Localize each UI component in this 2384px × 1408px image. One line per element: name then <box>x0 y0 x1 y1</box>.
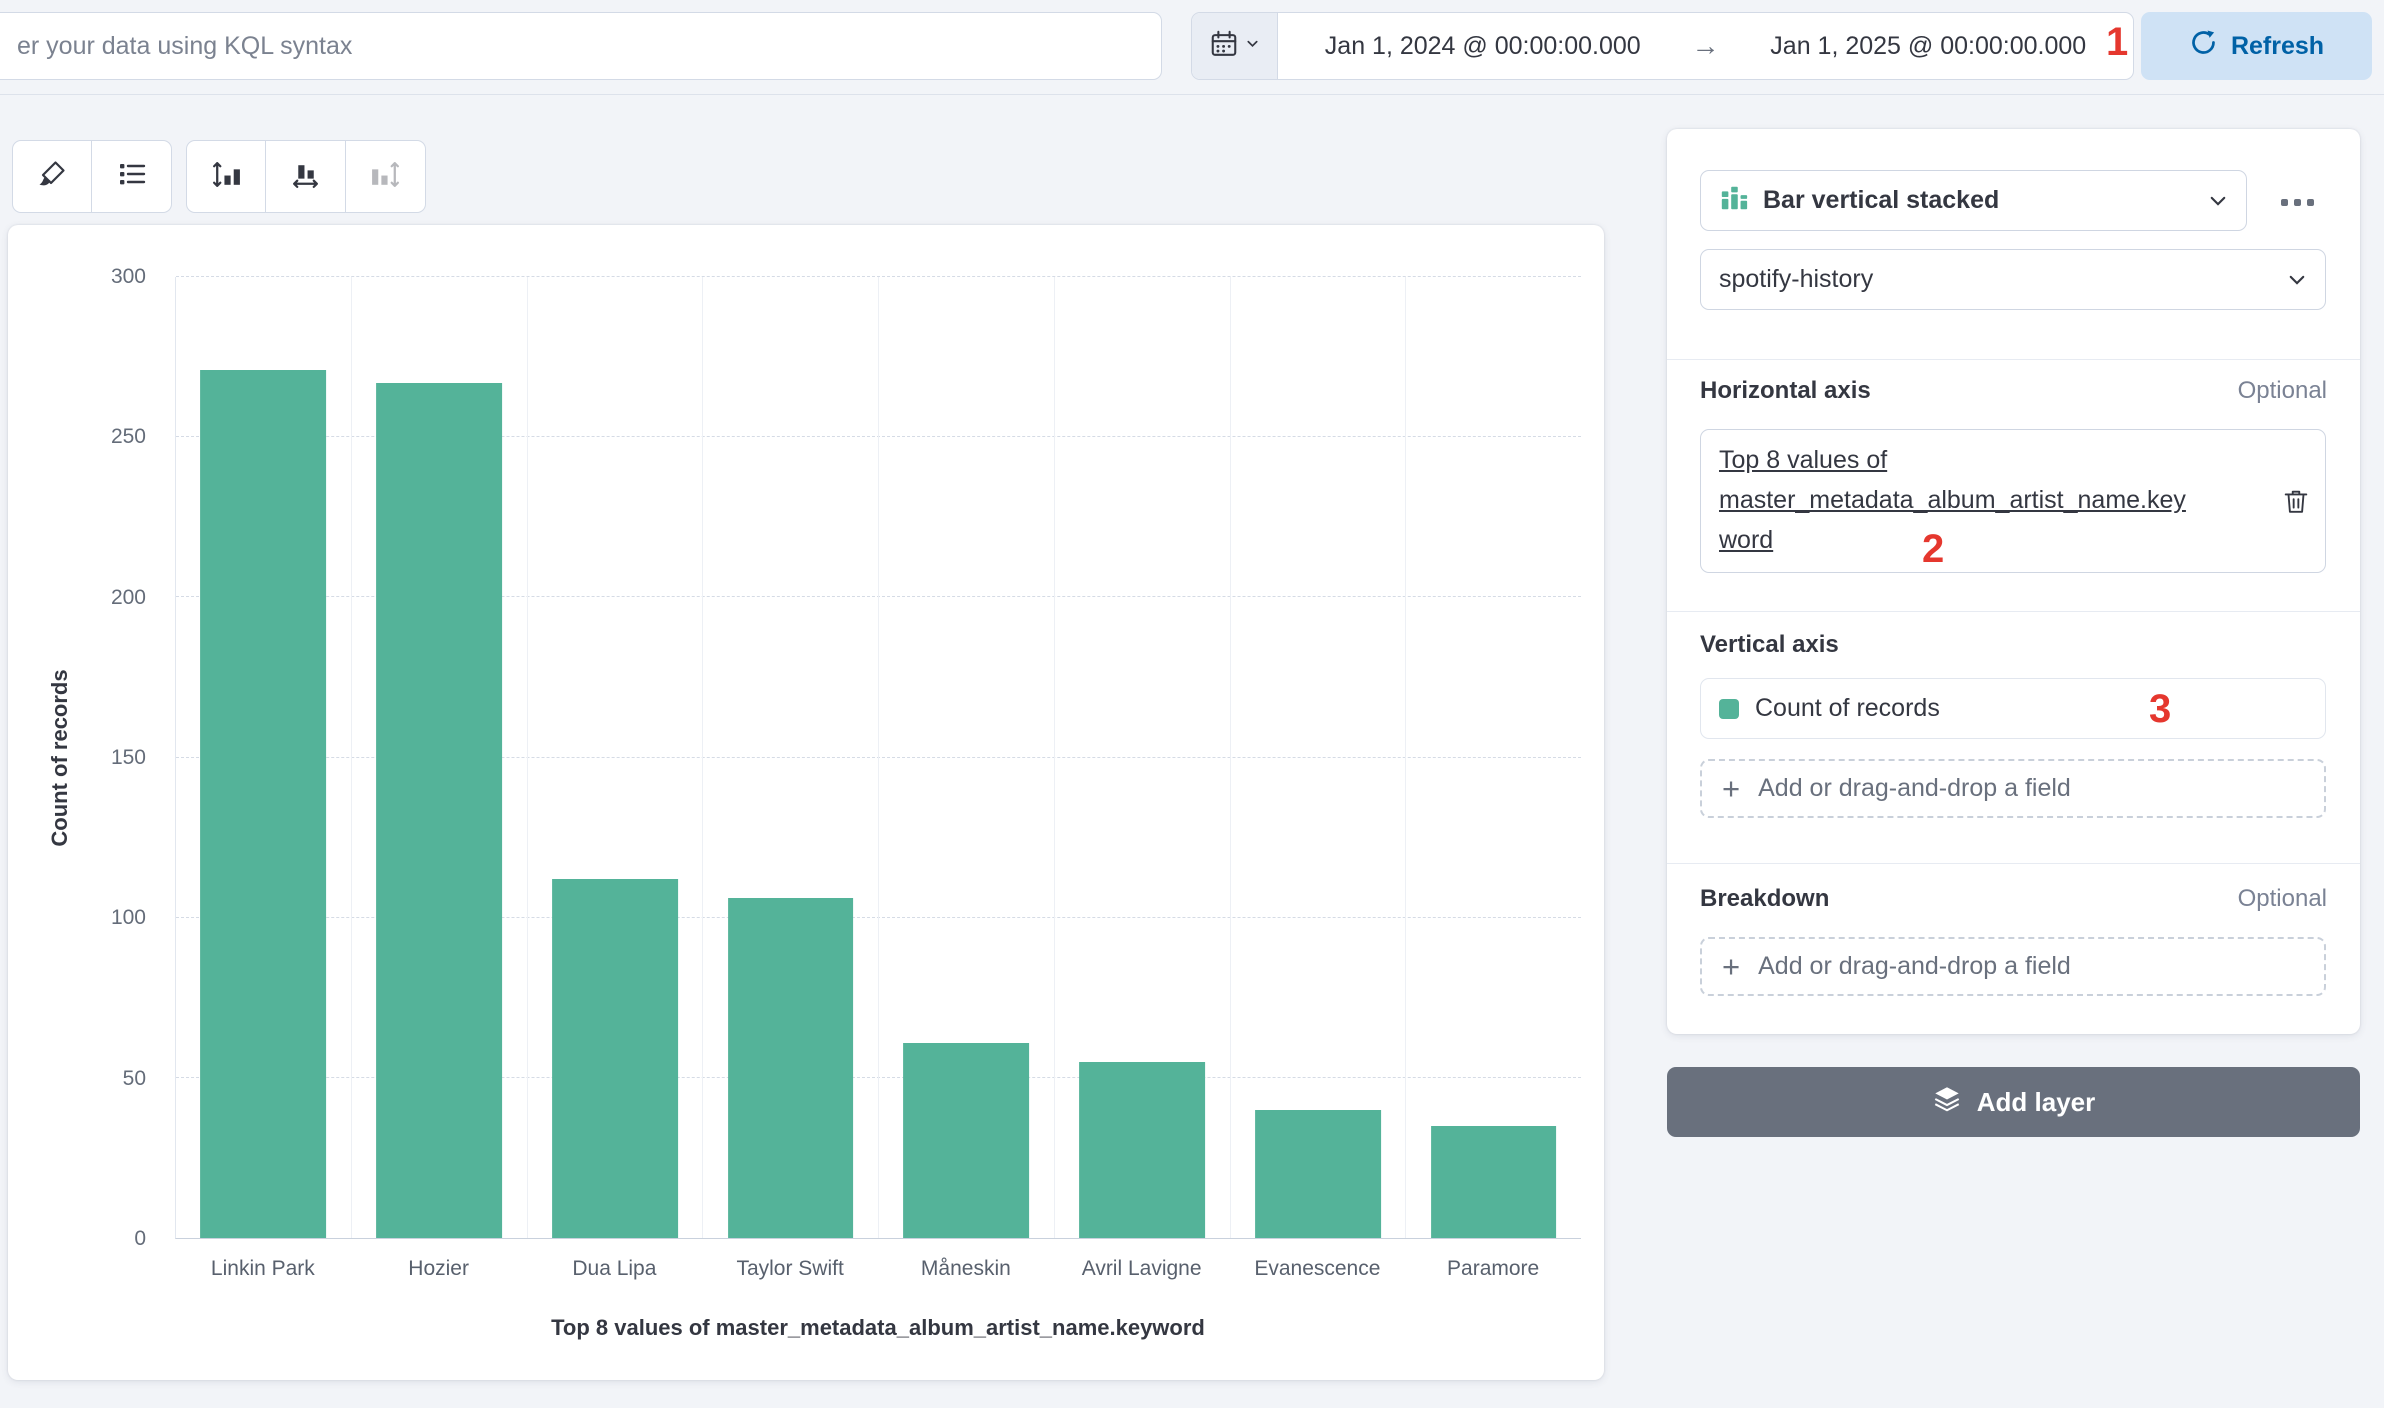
bar-series[interactable] <box>903 1043 1029 1238</box>
add-layer-button[interactable]: Add layer <box>1667 1067 2360 1137</box>
plus-icon: + <box>1722 951 1740 982</box>
bands <box>176 277 1581 1238</box>
layers-icon <box>1932 1084 1962 1121</box>
category-band <box>351 277 527 1238</box>
annotation-number: 1 <box>2106 20 2128 65</box>
add-layer-label: Add layer <box>1977 1087 2096 1118</box>
horizontal-axis-dimension[interactable]: Top 8 values of master_metadata_album_ar… <box>1700 429 2326 573</box>
y-tick-label: 50 <box>123 1067 146 1091</box>
y-tick-label: 250 <box>111 425 146 449</box>
annotation-number: 3 <box>2149 687 2171 732</box>
section-divider <box>1667 359 2360 360</box>
dots-icon <box>2281 199 2288 206</box>
x-tick-label: Linkin Park <box>175 1257 351 1281</box>
right-axis-icon <box>369 158 402 196</box>
breakdown-add-field-button[interactable]: + Add or drag-and-drop a field <box>1700 937 2326 996</box>
visual-options-button[interactable] <box>12 140 92 213</box>
breakdown-optional-label: Optional <box>2238 885 2327 913</box>
chevron-down-icon <box>2208 191 2228 211</box>
add-field-label: Add or drag-and-drop a field <box>1758 774 2071 803</box>
date-range-picker: Jan 1, 2024 @ 00:00:00.000 → Jan 1, 2025… <box>1191 12 2134 80</box>
category-band <box>176 277 351 1238</box>
header-divider <box>0 94 2384 95</box>
legend-settings-button[interactable] <box>92 140 172 213</box>
refresh-button[interactable]: Refresh <box>2141 12 2372 80</box>
horizontal-axis-optional-label: Optional <box>2238 377 2327 405</box>
legend-list-icon <box>116 158 148 195</box>
left-axis-settings-button[interactable] <box>186 140 266 213</box>
arrow-right-icon: → <box>1688 30 1724 62</box>
x-axis-labels: Linkin ParkHozierDua LipaTaylor SwiftMån… <box>175 1257 1581 1281</box>
x-tick-label: Taylor Swift <box>702 1257 878 1281</box>
category-band <box>527 277 703 1238</box>
lens-layer-panel: Bar vertical stacked spotify-history Hor… <box>1667 129 2360 1034</box>
vertical-axis-add-field-button[interactable]: + Add or drag-and-drop a field <box>1700 759 2326 818</box>
horizontal-axis-section-title: Horizontal axis <box>1700 377 1871 405</box>
bar-series[interactable] <box>1079 1062 1205 1238</box>
bar-series[interactable] <box>1431 1126 1557 1238</box>
axis-settings-button-group <box>186 140 426 213</box>
refresh-label: Refresh <box>2231 32 2324 61</box>
calendar-quick-select-button[interactable] <box>1192 13 1278 79</box>
chevron-down-icon <box>2287 270 2307 290</box>
add-field-label: Add or drag-and-drop a field <box>1758 952 2071 981</box>
section-divider <box>1667 611 2360 612</box>
category-band <box>1405 277 1581 1238</box>
layer-actions-button[interactable] <box>2275 185 2319 219</box>
refresh-icon <box>2189 28 2218 64</box>
vertical-axis-icon <box>210 158 243 196</box>
bar-series[interactable] <box>728 898 854 1238</box>
dots-icon <box>2294 199 2301 206</box>
category-band <box>702 277 878 1238</box>
chevron-down-icon <box>1245 36 1260 56</box>
y-tick-label: 100 <box>111 906 146 930</box>
section-divider <box>1667 863 2360 864</box>
bar-series[interactable] <box>552 879 678 1238</box>
x-tick-label: Paramore <box>1405 1257 1581 1281</box>
plot-area <box>175 277 1581 1239</box>
chart-type-label: Bar vertical stacked <box>1763 186 1999 215</box>
plus-icon: + <box>1722 773 1740 804</box>
remove-dimension-button[interactable] <box>2281 486 2311 516</box>
category-band <box>878 277 1054 1238</box>
vertical-axis-dimension-label: Count of records <box>1755 694 1940 723</box>
breakdown-section-title: Breakdown <box>1700 885 1829 913</box>
bar-series[interactable] <box>1255 1110 1381 1238</box>
category-band <box>1054 277 1230 1238</box>
dots-icon <box>2307 199 2314 206</box>
start-date-button[interactable]: Jan 1, 2024 @ 00:00:00.000 <box>1278 32 1688 61</box>
paint-brush-icon <box>36 158 68 195</box>
vertical-axis-dimension[interactable]: Count of records <box>1700 678 2326 739</box>
y-axis-ticks: 050100150200250300 <box>8 277 160 1239</box>
chart-panel: Count of records 050100150200250300 Link… <box>8 225 1604 1380</box>
x-axis-title: Top 8 values of master_metadata_album_ar… <box>175 1315 1581 1341</box>
bottom-axis-settings-button[interactable] <box>266 140 346 213</box>
visual-options-button-group <box>12 140 172 213</box>
bar-stacked-chart-icon <box>1719 182 1749 219</box>
y-tick-label: 0 <box>134 1227 146 1251</box>
x-tick-label: Måneskin <box>878 1257 1054 1281</box>
bar-series[interactable] <box>376 383 502 1238</box>
x-tick-label: Dua Lipa <box>527 1257 703 1281</box>
y-tick-label: 300 <box>111 265 146 289</box>
kql-search-input[interactable] <box>0 12 1162 80</box>
right-axis-settings-button[interactable] <box>346 140 426 213</box>
annotation-number: 2 <box>1922 527 1944 572</box>
vertical-axis-section-title: Vertical axis <box>1700 631 1839 659</box>
data-view-label: spotify-history <box>1719 265 1873 294</box>
horizontal-axis-dimension-label[interactable]: Top 8 values of master_metadata_album_ar… <box>1719 440 2199 560</box>
metric-swatch <box>1719 699 1739 719</box>
category-band <box>1230 277 1406 1238</box>
y-tick-label: 200 <box>111 586 146 610</box>
x-tick-label: Avril Lavigne <box>1054 1257 1230 1281</box>
calendar-icon <box>1209 29 1239 64</box>
horizontal-axis-icon <box>289 158 322 196</box>
chart-type-dropdown[interactable]: Bar vertical stacked <box>1700 170 2247 231</box>
bar-series[interactable] <box>200 370 326 1238</box>
end-date-button[interactable]: Jan 1, 2025 @ 00:00:00.000 <box>1724 32 2134 61</box>
data-view-dropdown[interactable]: spotify-history <box>1700 249 2326 310</box>
x-tick-label: Hozier <box>351 1257 527 1281</box>
y-tick-label: 150 <box>111 746 146 770</box>
x-tick-label: Evanescence <box>1230 1257 1406 1281</box>
